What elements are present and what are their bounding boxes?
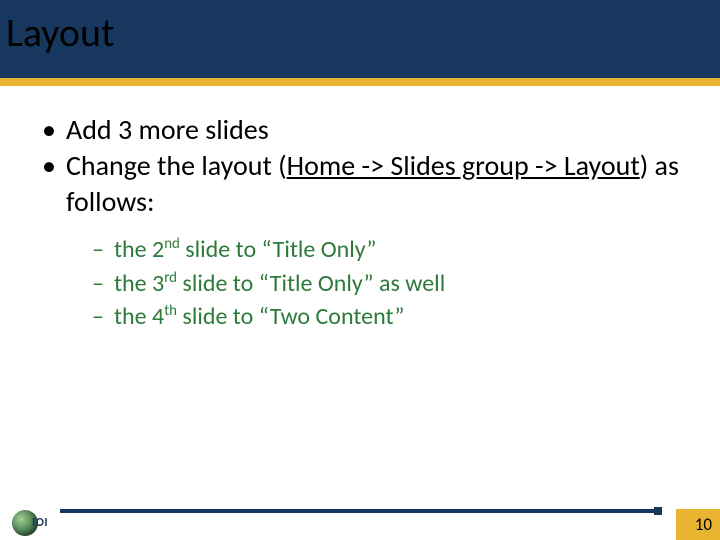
- body-content: Add 3 more slides Change the layout (Hom…: [38, 112, 682, 333]
- bullet-text: Add 3 more slides: [66, 112, 269, 147]
- sub-bullet-list: the 2nd slide to “Title Only” the 3rd sl…: [92, 233, 682, 332]
- sub-text: the 4: [114, 302, 164, 331]
- logo-text: IOI: [32, 516, 48, 530]
- sub-text: slide to “Title Only”: [180, 235, 377, 264]
- sub-bullet-item: the 2nd slide to “Title Only”: [92, 233, 682, 266]
- bullet-item: Add 3 more slides: [38, 112, 682, 148]
- bullet-item: Change the layout (Home -> Slides group …: [38, 148, 682, 333]
- footer-divider: [60, 509, 660, 513]
- sub-text: slide to “Two Content”: [177, 302, 404, 331]
- ordinal-suffix: nd: [164, 234, 180, 252]
- sub-bullet-item: the 3rd slide to “Title Only” as well: [92, 267, 682, 300]
- slide-title: Layout: [6, 8, 114, 57]
- accent-bar: [0, 78, 720, 86]
- ordinal-suffix: th: [164, 301, 177, 319]
- footer-logo: IOI: [12, 510, 60, 538]
- slide: Layout Add 3 more slides Change the layo…: [0, 0, 720, 540]
- bullet-list: Add 3 more slides Change the layout (Hom…: [38, 112, 682, 333]
- sub-bullet-item: the 4th slide to “Two Content”: [92, 300, 682, 333]
- sub-text: the 2: [114, 235, 164, 264]
- sub-text: the 3: [114, 269, 164, 298]
- page-number: 10: [695, 514, 712, 535]
- bullet-text-part: Change the layout (: [66, 148, 287, 183]
- sub-text: slide to “Title Only” as well: [177, 269, 445, 298]
- bullet-text-underlined: Home -> Slides group -> Layout: [287, 148, 640, 183]
- ordinal-suffix: rd: [164, 268, 177, 286]
